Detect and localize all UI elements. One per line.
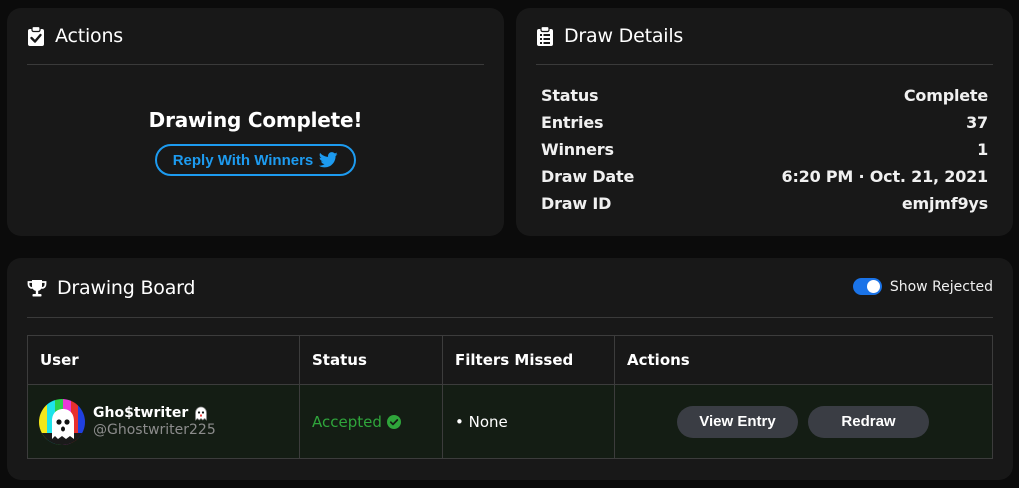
reply-with-winners-button[interactable]: Reply With Winners — [154, 144, 357, 176]
status-cell: Accepted — [299, 384, 443, 459]
column-header-actions: Actions — [614, 335, 993, 385]
drawing-board-table: User Status Filters Missed Actions Gho$t… — [27, 335, 993, 459]
detail-value: Complete — [903, 86, 988, 105]
show-rejected-toggle[interactable] — [852, 278, 882, 295]
user-handle: @Ghostwriter225 — [93, 422, 216, 438]
actions-cell: View Entry Redraw — [614, 384, 993, 459]
detail-label: Draw ID — [541, 194, 612, 213]
detail-value: 1 — [977, 140, 988, 159]
user-cell: Gho$twriter @Ghostwriter225 — [27, 384, 300, 459]
view-entry-button[interactable]: View Entry — [677, 405, 798, 438]
detail-row-winners: Winners 1 — [541, 136, 988, 163]
detail-value: 6:20 PM · Oct. 21, 2021 — [781, 167, 989, 186]
board-header: Drawing Board — [27, 258, 993, 318]
actions-title: Actions — [55, 25, 124, 47]
detail-label: Entries — [541, 113, 604, 132]
column-header-filters: Filters Missed — [442, 335, 615, 385]
table-row: Gho$twriter @Ghostwriter225 Accepted • N… — [27, 384, 993, 459]
clipboard-list-icon — [537, 26, 553, 46]
detail-label: Status — [541, 86, 599, 105]
filters-missed-text: • None — [455, 412, 508, 431]
detail-row-entries: Entries 37 — [541, 109, 988, 136]
clipboard-check-icon — [28, 26, 44, 46]
detail-row-draw-id: Draw ID emjmf9ys — [541, 190, 988, 217]
details-header: Draw Details — [536, 8, 993, 65]
detail-value: 37 — [966, 113, 988, 132]
trophy-icon — [27, 279, 47, 296]
show-rejected-control: Show Rejected — [852, 278, 993, 295]
check-circle-icon — [386, 414, 401, 429]
detail-label: Draw Date — [541, 167, 635, 186]
actions-body: Drawing Complete! Reply With Winners — [7, 108, 504, 176]
actions-panel: Actions Drawing Complete! Reply With Win… — [7, 8, 504, 236]
detail-row-status: Status Complete — [541, 82, 988, 109]
status-text: Accepted — [312, 412, 382, 431]
table-header-row: User Status Filters Missed Actions — [27, 335, 993, 385]
actions-header: Actions — [27, 8, 484, 65]
twitter-icon — [319, 152, 338, 168]
show-rejected-label: Show Rejected — [889, 278, 993, 295]
detail-row-draw-date: Draw Date 6:20 PM · Oct. 21, 2021 — [541, 163, 988, 190]
details-list: Status Complete Entries 37 Winners 1 Dra… — [541, 82, 988, 217]
user-name-line: Gho$twriter — [93, 405, 216, 421]
ghost-icon — [195, 406, 208, 421]
redraw-button[interactable]: Redraw — [808, 405, 929, 438]
user-display-name: Gho$twriter — [93, 405, 189, 421]
detail-label: Winners — [541, 140, 614, 159]
draw-details-panel: Draw Details Status Complete Entries 37 … — [516, 8, 1013, 236]
board-title: Drawing Board — [57, 276, 196, 299]
details-title: Draw Details — [564, 25, 684, 47]
reply-button-label: Reply With Winners — [172, 151, 314, 169]
column-header-status: Status — [299, 335, 443, 385]
drawing-complete-text: Drawing Complete! — [148, 108, 363, 132]
filters-cell: • None — [442, 384, 615, 459]
avatar[interactable] — [39, 398, 85, 445]
status-badge: Accepted — [312, 413, 442, 431]
detail-value: emjmf9ys — [901, 194, 988, 213]
drawing-board-panel: Drawing Board Show Rejected User Status … — [7, 258, 1013, 480]
column-header-user: User — [27, 335, 300, 385]
